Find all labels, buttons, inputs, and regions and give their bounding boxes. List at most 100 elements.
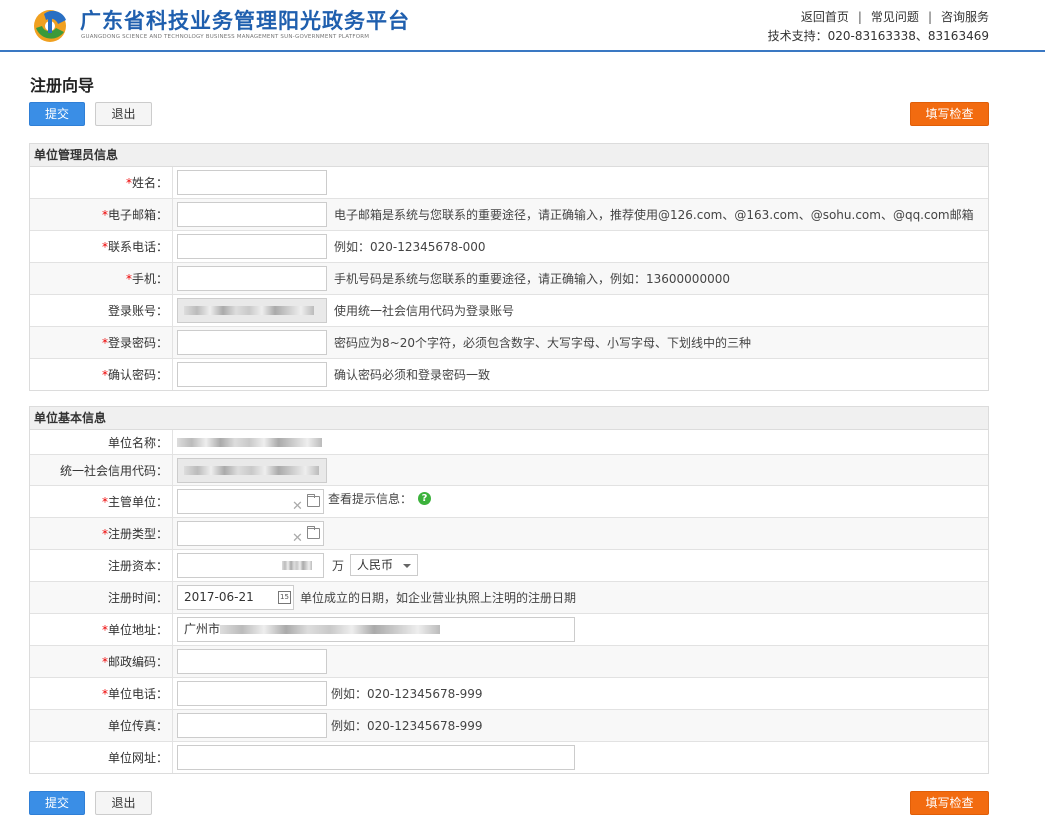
- phone-input[interactable]: [177, 234, 327, 259]
- field-label: * 邮政编码：: [30, 646, 173, 677]
- form-row-unit-name: 单位名称：: [30, 430, 988, 455]
- form-row-capital: 注册资本： 万 人民币: [30, 550, 988, 582]
- page-title: 注册向导: [30, 76, 95, 95]
- currency-select[interactable]: 人民币: [350, 554, 419, 576]
- address-value: 广州市: [184, 622, 221, 636]
- field-label: * 主管单位：: [30, 486, 173, 517]
- field-label: * 姓名：: [30, 167, 173, 198]
- reg-date-input[interactable]: 2017-06-21 15: [177, 585, 294, 610]
- platform-subtitle: GUANGDONG SCIENCE AND TECHNOLOGY BUSINES…: [81, 34, 370, 40]
- field-label: * 注册类型：: [30, 518, 173, 549]
- label-text: 确认密码：: [107, 368, 168, 382]
- label-text: 注册资本：: [107, 559, 168, 573]
- form-row-phone: * 联系电话： 例如：020-12345678-000: [30, 231, 988, 263]
- website-input[interactable]: [177, 745, 575, 770]
- label-text: 联系电话：: [107, 240, 168, 254]
- form-row-email: * 电子邮箱： 电子邮箱是系统与您联系的重要途径，请正确输入，推荐使用@126.c…: [30, 199, 988, 231]
- password-input[interactable]: [177, 330, 327, 355]
- field-label: * 单位电话：: [30, 678, 173, 709]
- form-row-credit-code: 统一社会信用代码：: [30, 455, 988, 486]
- blurred-value: [177, 437, 322, 447]
- site-header: 广东省科技业务管理阳光政务平台 GUANGDONG SCIENCE AND TE…: [0, 0, 1045, 52]
- email-input[interactable]: [177, 202, 327, 227]
- folder-select-icon[interactable]: [307, 526, 320, 539]
- exit-button[interactable]: 退出: [95, 102, 152, 126]
- clear-icon[interactable]: ✕: [292, 495, 303, 518]
- field-label: 单位传真：: [30, 710, 173, 741]
- exit-button-bottom[interactable]: 退出: [95, 791, 152, 815]
- check-button-bottom[interactable]: 填写检查: [910, 791, 989, 815]
- field-label: 统一社会信用代码：: [30, 455, 173, 485]
- account-hint: 使用统一社会信用代码为登录账号: [334, 304, 515, 318]
- hint-text: 查看提示信息：: [328, 492, 413, 506]
- blurred-value: [184, 306, 314, 315]
- confirm-password-hint: 确认密码必须和登录密码一致: [334, 368, 491, 382]
- account-input: [177, 298, 327, 323]
- form-row-reg-date: 注册时间： 2017-06-21 15 单位成立的日期，如企业营业执照上注明的注册…: [30, 582, 988, 614]
- form-row-mobile: * 手机： 手机号码是系统与您联系的重要途径，请正确输入，例如：136000000…: [30, 263, 988, 295]
- unit-phone-hint: 例如：020-12345678-999: [331, 687, 483, 701]
- label-text: 单位传真：: [107, 719, 168, 733]
- field-label: * 联系电话：: [30, 231, 173, 262]
- chevron-down-icon: [403, 563, 412, 568]
- capital-input[interactable]: [177, 553, 324, 578]
- label-text: 登录账号：: [107, 304, 168, 318]
- label-text: 统一社会信用代码：: [59, 463, 168, 478]
- label-text: 主管单位：: [107, 495, 168, 509]
- date-value: 2017-06-21: [184, 590, 254, 604]
- reg-type-input[interactable]: ✕: [177, 521, 324, 546]
- clear-icon[interactable]: ✕: [292, 527, 303, 550]
- calendar-icon[interactable]: 15: [278, 591, 291, 604]
- label-text: 单位网址：: [107, 751, 168, 765]
- section-title: 单位基本信息: [30, 407, 988, 430]
- email-hint: 电子邮箱是系统与您联系的重要途径，请正确输入，推荐使用@126.com、@163…: [334, 208, 974, 222]
- fax-hint: 例如：020-12345678-999: [331, 719, 483, 733]
- submit-button[interactable]: 提交: [29, 102, 85, 126]
- support-phone: 技术支持：020-83163338、83163469: [767, 29, 989, 43]
- label-text: 电子邮箱：: [107, 208, 168, 222]
- field-label: 登录账号：: [30, 295, 173, 326]
- top-nav: 返回首页 | 常见问题 | 咨询服务: [801, 8, 989, 25]
- postcode-input[interactable]: [177, 649, 327, 674]
- field-label: * 单位地址：: [30, 614, 173, 645]
- section-title: 单位管理员信息: [30, 144, 988, 167]
- nav-faq-link[interactable]: 常见问题: [871, 10, 919, 24]
- folder-select-icon[interactable]: [307, 494, 320, 507]
- unit-phone-input[interactable]: [177, 681, 327, 706]
- form-row-confirm-password: * 确认密码： 确认密码必须和登录密码一致: [30, 359, 988, 390]
- field-label: 注册时间：: [30, 582, 173, 613]
- nav-separator: |: [927, 10, 932, 24]
- platform-logo-icon: [34, 10, 66, 42]
- label-text: 单位地址：: [107, 623, 168, 637]
- form-row-supervisor: * 主管单位： ✕ 查看提示信息：?: [30, 486, 988, 518]
- check-button[interactable]: 填写检查: [910, 102, 989, 126]
- supervisor-hint: 查看提示信息：?: [328, 480, 432, 517]
- form-row-postcode: * 邮政编码：: [30, 646, 988, 678]
- nav-home-link[interactable]: 返回首页: [801, 10, 849, 24]
- field-label: * 手机：: [30, 263, 173, 294]
- basic-info-section: 单位基本信息 单位名称： 统一社会信用代码： * 主管单位： ✕ 查看提示信息：?…: [29, 406, 989, 774]
- mobile-input[interactable]: [177, 266, 327, 291]
- fax-input[interactable]: [177, 713, 327, 738]
- label-text: 手机：: [131, 272, 168, 286]
- name-input[interactable]: [177, 170, 327, 195]
- supervisor-input[interactable]: ✕: [177, 489, 324, 514]
- submit-button-bottom[interactable]: 提交: [29, 791, 85, 815]
- help-icon[interactable]: ?: [418, 492, 432, 505]
- reg-date-hint: 单位成立的日期，如企业营业执照上注明的注册日期: [300, 591, 577, 605]
- form-row-name: * 姓名：: [30, 167, 988, 199]
- blurred-value: [220, 625, 441, 634]
- form-row-fax: 单位传真： 例如：020-12345678-999: [30, 710, 988, 742]
- confirm-password-input[interactable]: [177, 362, 327, 387]
- nav-consult-link[interactable]: 咨询服务: [941, 10, 989, 24]
- label-text: 单位名称：: [107, 435, 168, 450]
- label-text: 登录密码：: [107, 336, 168, 350]
- form-row-unit-phone: * 单位电话： 例如：020-12345678-999: [30, 678, 988, 710]
- address-input[interactable]: 广州市: [177, 617, 575, 642]
- form-row-password: * 登录密码： 密码应为8~20个字符，必须包含数字、大写字母、小写字母、下划线中…: [30, 327, 988, 359]
- field-label: 单位名称：: [30, 430, 173, 454]
- select-value: 人民币: [357, 558, 394, 572]
- field-label: 单位网址：: [30, 742, 173, 773]
- unit-name-value: [177, 430, 322, 454]
- form-row-address: * 单位地址： 广州市: [30, 614, 988, 646]
